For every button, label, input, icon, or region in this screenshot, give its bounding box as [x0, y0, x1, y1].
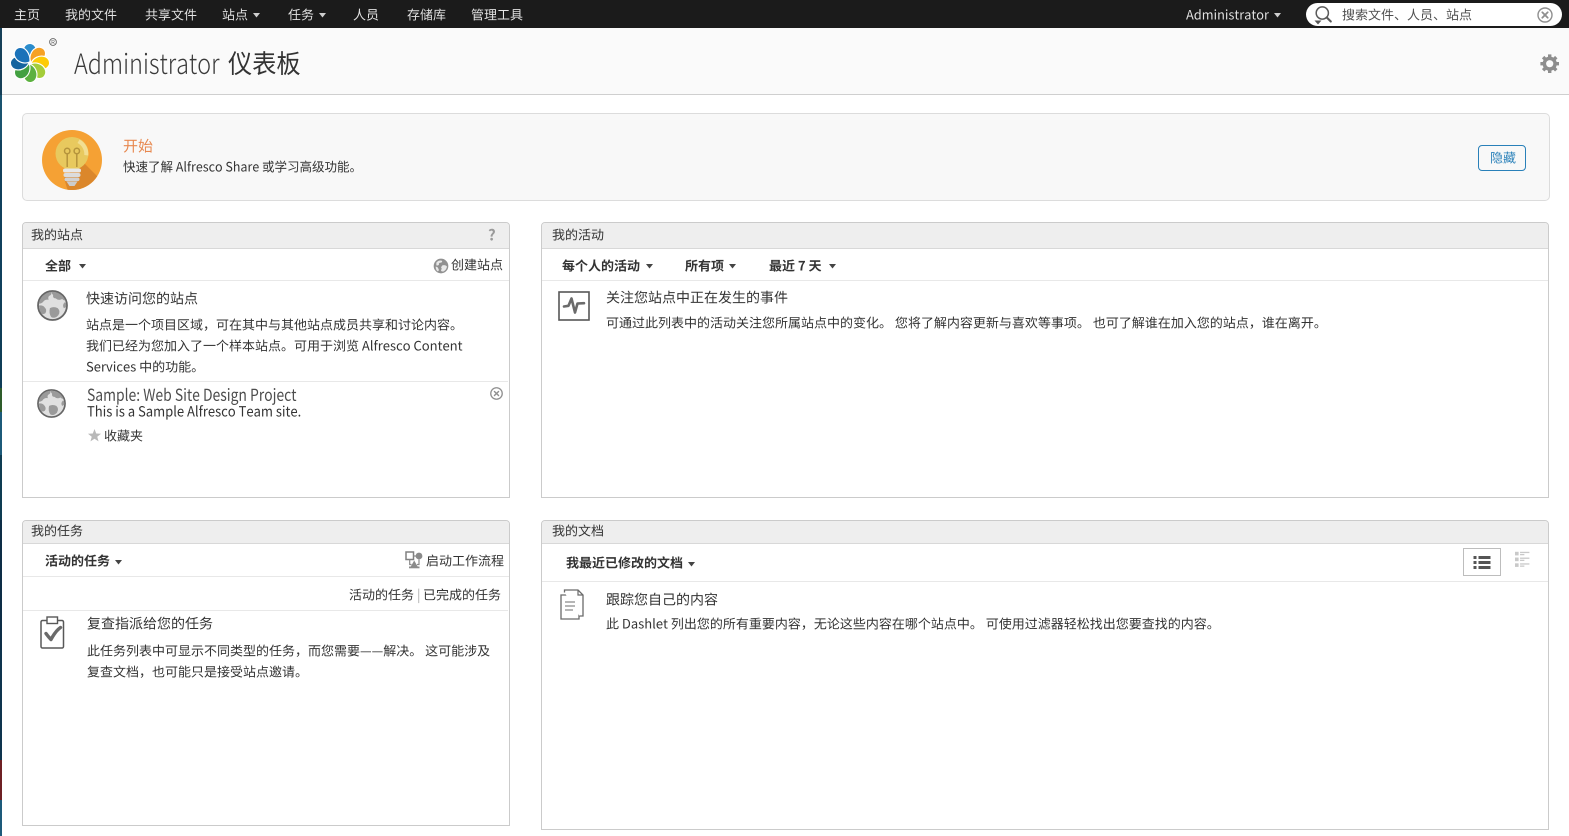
svg-text:R: R [51, 40, 55, 46]
